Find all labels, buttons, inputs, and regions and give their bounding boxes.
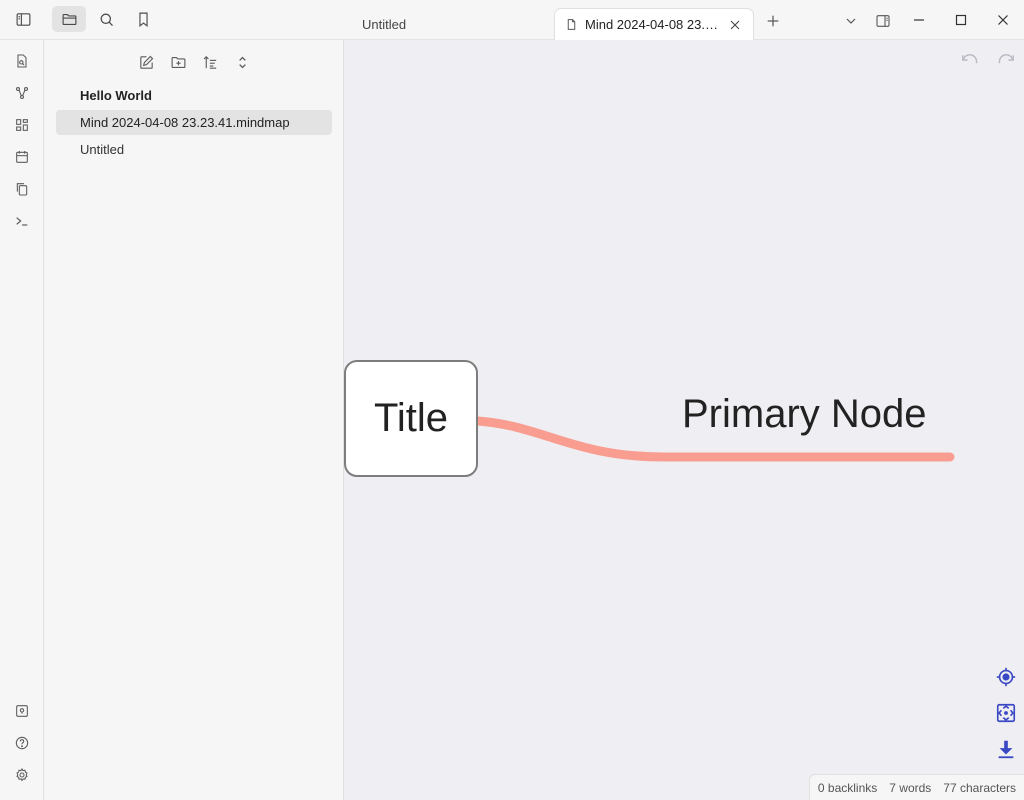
minimize-button[interactable]	[901, 6, 937, 34]
new-note-button[interactable]	[132, 50, 160, 74]
file-item-mindmap[interactable]: Mind 2024-04-08 23.23.41.mindmap	[56, 110, 332, 135]
daily-note-button[interactable]	[10, 145, 34, 169]
left-ribbon	[0, 40, 44, 800]
canvas-icon	[16, 119, 28, 131]
new-note-icon	[139, 55, 153, 69]
download-icon	[998, 740, 1014, 759]
search-tab-button[interactable]	[89, 6, 123, 32]
close-window-button[interactable]	[985, 6, 1021, 34]
document-icon	[567, 19, 576, 30]
new-tab-button[interactable]	[760, 8, 786, 34]
bookmarks-tab-button[interactable]	[126, 6, 160, 32]
command-palette-button[interactable]	[10, 209, 34, 233]
mindmap-tools	[994, 665, 1018, 761]
collapse-all-button[interactable]	[228, 50, 256, 74]
close-icon	[998, 15, 1008, 25]
file-item-untitled[interactable]: Untitled	[56, 137, 332, 162]
primary-node-label: Primary Node	[682, 392, 927, 436]
canvas-button[interactable]	[10, 113, 34, 137]
sort-icon	[203, 55, 216, 69]
collapse-icon	[238, 56, 246, 68]
right-sidebar-toggle-button[interactable]	[870, 8, 896, 34]
bookmark-icon	[138, 12, 148, 27]
templates-icon	[16, 183, 28, 196]
vault-switcher-button[interactable]	[10, 699, 34, 723]
settings-button[interactable]	[10, 763, 34, 787]
tab-label: Untitled	[362, 16, 407, 32]
tab-label: Mind 2024-04-08 23.2...	[585, 17, 719, 32]
tab-bar: Untitled Mind 2024-04-08 23.2...	[344, 0, 1024, 40]
maximize-icon	[955, 14, 967, 26]
new-folder-button[interactable]	[164, 50, 192, 74]
vault-icon	[16, 705, 28, 717]
sidebar-left-icon	[16, 12, 30, 26]
mindmap-view[interactable]: Title Primary Node 0 backlinks 7 words 7…	[344, 40, 1024, 800]
status-bar: 0 backlinks 7 words 77 characters	[808, 774, 1024, 800]
settings-icon	[16, 768, 28, 782]
quick-switcher-button[interactable]	[10, 49, 34, 73]
plus-icon	[767, 15, 779, 27]
tab-list-button[interactable]	[838, 8, 864, 34]
close-icon	[730, 20, 740, 29]
sidebar-right-icon	[876, 15, 890, 27]
download-button[interactable]	[994, 737, 1018, 761]
daily-note-icon	[16, 151, 28, 163]
quick-switcher-icon	[17, 54, 27, 68]
templates-button[interactable]	[10, 177, 34, 201]
search-icon	[100, 13, 113, 26]
file-explorer: Hello World Mind 2024-04-08 23.23.41.min…	[44, 40, 344, 800]
explorer-toolbar	[132, 50, 256, 74]
character-count: 77 characters	[943, 780, 1016, 795]
fit-view-icon	[996, 703, 1016, 723]
left-header	[0, 0, 344, 40]
sort-button[interactable]	[196, 50, 224, 74]
file-tree: Hello World Mind 2024-04-08 23.23.41.min…	[56, 83, 332, 164]
tab-close-button[interactable]	[727, 17, 743, 33]
files-tab-button[interactable]	[52, 6, 86, 32]
mindmap-primary-node[interactable]: Primary Node	[682, 392, 942, 444]
file-item-hello-world[interactable]: Hello World	[56, 83, 332, 108]
help-icon	[15, 736, 29, 750]
tab-mindmap[interactable]: Mind 2024-04-08 23.2...	[554, 8, 754, 40]
command-palette-icon	[16, 217, 28, 226]
locate-icon	[996, 667, 1016, 687]
graph-view-icon	[15, 86, 29, 100]
word-count: 7 words	[889, 780, 932, 795]
tab-untitled[interactable]: Untitled	[352, 8, 552, 40]
mindmap-root-node[interactable]: Title	[344, 360, 478, 477]
center-view-button[interactable]	[994, 665, 1018, 689]
chevron-down-icon	[846, 18, 856, 24]
root-node-label: Title	[373, 396, 449, 440]
graph-view-button[interactable]	[10, 81, 34, 105]
sidebar-toggle-button[interactable]	[6, 6, 40, 32]
help-button[interactable]	[10, 731, 34, 755]
folder-icon	[62, 13, 76, 25]
backlinks-count[interactable]: 0 backlinks	[818, 781, 877, 795]
new-folder-icon	[171, 56, 185, 68]
fit-view-button[interactable]	[994, 701, 1018, 725]
minimize-icon	[914, 19, 924, 21]
maximize-button[interactable]	[943, 6, 979, 34]
